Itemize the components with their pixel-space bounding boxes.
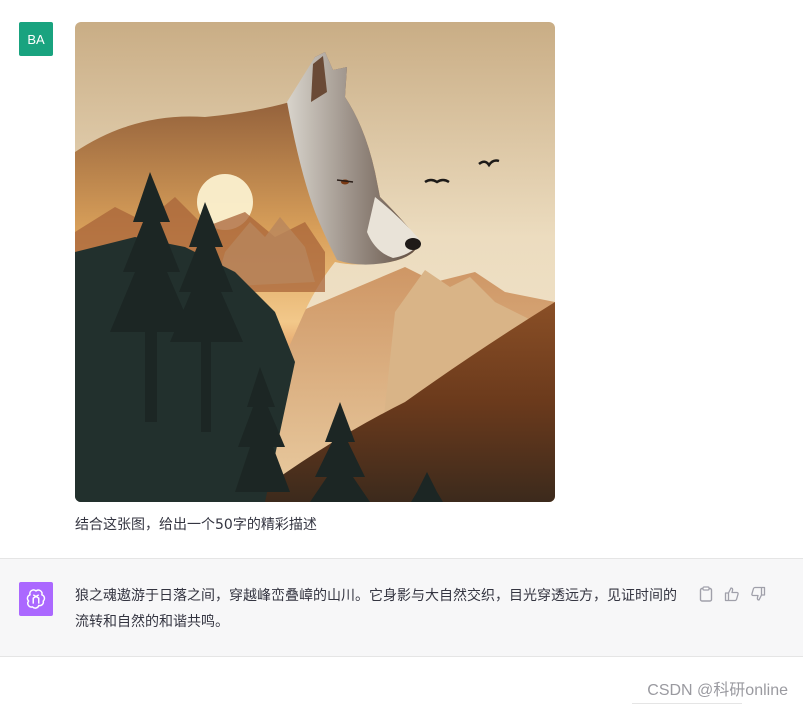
- clipboard-icon: [699, 586, 713, 602]
- assistant-message: 狼之魂遨游于日落之间，穿越峰峦叠嶂的山川。它身影与大自然交织，目光穿透远方，见证…: [0, 558, 803, 657]
- user-message: BA 结合这张图，给出一个50字的精彩描述: [0, 0, 803, 558]
- thumbs-up-button[interactable]: [723, 585, 741, 603]
- user-message-text: 结合这张图，给出一个50字的精彩描述: [75, 517, 317, 533]
- thumbs-up-icon: [724, 587, 739, 602]
- wolf-illustration: [75, 22, 555, 502]
- user-avatar: BA: [19, 22, 53, 56]
- copy-button[interactable]: [697, 585, 715, 603]
- divider: [632, 703, 742, 704]
- thumbs-down-icon: [751, 586, 766, 601]
- openai-logo-icon: [26, 589, 46, 609]
- assistant-avatar: [19, 582, 53, 616]
- wolf-sunset-image[interactable]: [75, 22, 555, 502]
- message-actions: [697, 585, 767, 603]
- assistant-message-text: 狼之魂遨游于日落之间，穿越峰峦叠嶂的山川。它身影与大自然交织，目光穿透远方，见证…: [75, 588, 677, 630]
- user-avatar-initials: BA: [27, 31, 45, 47]
- thumbs-down-button[interactable]: [749, 585, 767, 603]
- watermark: CSDN @科研online: [647, 682, 788, 699]
